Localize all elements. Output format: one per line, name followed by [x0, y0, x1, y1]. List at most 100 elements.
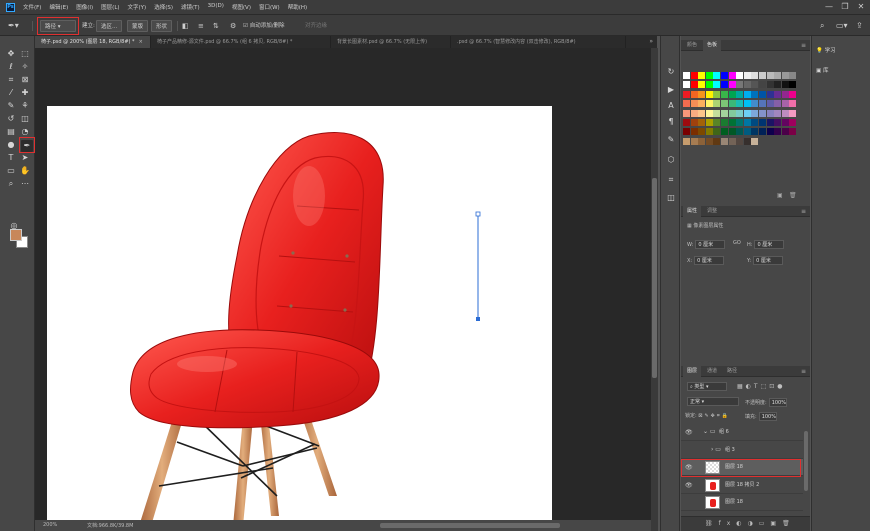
path-arrangement-icon[interactable]: ⇅: [213, 20, 219, 32]
color-swatch[interactable]: [705, 72, 713, 79]
panel-menu-icon[interactable]: ≡: [801, 40, 806, 51]
hand-tool-icon[interactable]: ✋: [19, 165, 31, 177]
width-field[interactable]: 0 厘米: [695, 240, 726, 249]
horizontal-scrollbar[interactable]: [380, 523, 560, 528]
color-swatch[interactable]: [690, 128, 698, 136]
color-swatch[interactable]: [698, 109, 706, 117]
canvas-area[interactable]: [35, 48, 651, 520]
color-swatch[interactable]: [751, 72, 759, 79]
color-swatch[interactable]: [766, 90, 774, 98]
color-swatch[interactable]: [766, 72, 774, 79]
color-swatch[interactable]: [736, 90, 744, 98]
pen-tool-preset-icon[interactable]: ✒▾: [8, 20, 19, 32]
restore-button[interactable]: ❐: [838, 0, 852, 14]
color-swatch[interactable]: [683, 100, 690, 108]
stamp-tool-icon[interactable]: ⚘: [19, 100, 31, 112]
color-swatch[interactable]: [789, 90, 797, 98]
color-swatch[interactable]: [781, 81, 789, 89]
color-swatch[interactable]: [698, 100, 706, 108]
color-swatch[interactable]: [759, 81, 766, 89]
color-swatch[interactable]: [759, 119, 766, 126]
layers-scrollbar[interactable]: [804, 431, 808, 491]
color-swatch[interactable]: [721, 119, 728, 126]
color-swatch[interactable]: [698, 90, 706, 98]
color-swatch[interactable]: [766, 81, 774, 89]
mask-button[interactable]: 蒙版: [127, 20, 149, 32]
layer-row[interactable]: 图层 18: [681, 494, 803, 511]
color-swatch[interactable]: [789, 119, 797, 126]
color-swatch[interactable]: [683, 109, 690, 117]
color-swatch[interactable]: [781, 90, 789, 98]
panel-menu-icon[interactable]: ≡: [801, 366, 806, 377]
color-swatch[interactable]: [736, 137, 744, 145]
eyedropper-tool-icon[interactable]: ⁄: [5, 87, 17, 99]
color-swatch[interactable]: [736, 72, 744, 79]
color-swatch[interactable]: [781, 72, 789, 79]
tab-document-4[interactable]: .psd @ 66.7% (智慧修改内容 (双击修改), RGB/8#): [451, 36, 626, 48]
menu-item[interactable]: 视图(V): [228, 3, 255, 11]
color-swatch[interactable]: [781, 128, 789, 136]
3d-panel-icon[interactable]: ⬡: [665, 154, 677, 166]
brush-settings-icon[interactable]: ✎: [665, 134, 677, 146]
healing-brush-tool-icon[interactable]: ✚: [19, 87, 31, 99]
crop-tool-icon[interactable]: ⌗: [5, 74, 17, 86]
color-swatch[interactable]: [690, 109, 698, 117]
color-swatch[interactable]: [690, 72, 698, 79]
x-field[interactable]: 0 厘米: [694, 256, 725, 265]
height-field[interactable]: 0 厘米: [754, 240, 785, 249]
color-swatch[interactable]: [759, 109, 766, 117]
color-swatch[interactable]: [690, 100, 698, 108]
type-tool-icon[interactable]: T: [5, 152, 17, 164]
opacity-field[interactable]: 100%: [768, 398, 787, 407]
tab-paths[interactable]: 路径: [723, 366, 741, 377]
color-swatch[interactable]: [690, 81, 698, 89]
gradient-tool-icon[interactable]: ▤: [5, 126, 17, 138]
color-swatch[interactable]: [713, 100, 721, 108]
layer-filter-icons[interactable]: ▦◐T⬚⊡●: [737, 383, 786, 390]
blend-mode-select[interactable]: 正常 ▾: [687, 397, 739, 406]
frame-tool-icon[interactable]: ⊠: [19, 74, 31, 86]
path-alignment-icon[interactable]: ≡: [198, 20, 204, 32]
color-swatch[interactable]: [713, 72, 721, 79]
color-swatch[interactable]: [683, 128, 690, 136]
color-swatch[interactable]: [781, 109, 789, 117]
color-swatch[interactable]: [774, 81, 782, 89]
color-swatch[interactable]: [698, 119, 706, 126]
dodge-tool-icon[interactable]: ●: [5, 139, 17, 151]
color-swatch[interactable]: [728, 72, 736, 79]
color-swatch[interactable]: [728, 137, 736, 145]
close-button[interactable]: ✕: [854, 0, 868, 14]
color-swatch[interactable]: [721, 100, 728, 108]
menu-item[interactable]: 图像(I): [72, 3, 97, 11]
color-swatch[interactable]: [766, 128, 774, 136]
close-tab-icon[interactable]: ×: [139, 39, 143, 45]
menu-item[interactable]: 窗口(W): [255, 3, 284, 11]
color-swatch[interactable]: [713, 109, 721, 117]
color-swatch[interactable]: [743, 81, 751, 89]
character-panel-icon[interactable]: A: [665, 100, 677, 112]
color-swatch[interactable]: [789, 128, 797, 136]
search-icon[interactable]: ⌕: [820, 20, 824, 32]
color-swatch[interactable]: [713, 137, 721, 145]
tab-properties[interactable]: 属性: [683, 206, 702, 217]
menu-item[interactable]: 3D(D): [204, 3, 228, 11]
color-swatch[interactable]: [743, 72, 751, 79]
learn-panel[interactable]: 💡 学习: [816, 46, 836, 54]
color-swatch[interactable]: [766, 109, 774, 117]
color-swatch[interactable]: [683, 72, 690, 79]
folder-icon[interactable]: ⌄ ▭: [703, 428, 716, 435]
tab-channels[interactable]: 通道: [703, 366, 721, 377]
color-swatch[interactable]: [721, 81, 728, 89]
color-swatch[interactable]: [751, 119, 759, 126]
color-swatch[interactable]: [743, 137, 751, 145]
visibility-eye-icon[interactable]: 👁: [685, 482, 693, 489]
crop-panel-icon[interactable]: ⌗: [665, 174, 677, 186]
color-swatch[interactable]: [766, 100, 774, 108]
color-swatch[interactable]: [751, 137, 759, 145]
brush-tool-icon[interactable]: ✎: [5, 100, 17, 112]
foreground-color-swatch[interactable]: [10, 229, 22, 241]
layer-row[interactable]: 👁 图层 18 拷贝 2: [681, 477, 803, 494]
minimize-button[interactable]: —: [822, 0, 836, 14]
panel-menu-icon[interactable]: ≡: [801, 206, 806, 217]
color-swatch[interactable]: [736, 81, 744, 89]
